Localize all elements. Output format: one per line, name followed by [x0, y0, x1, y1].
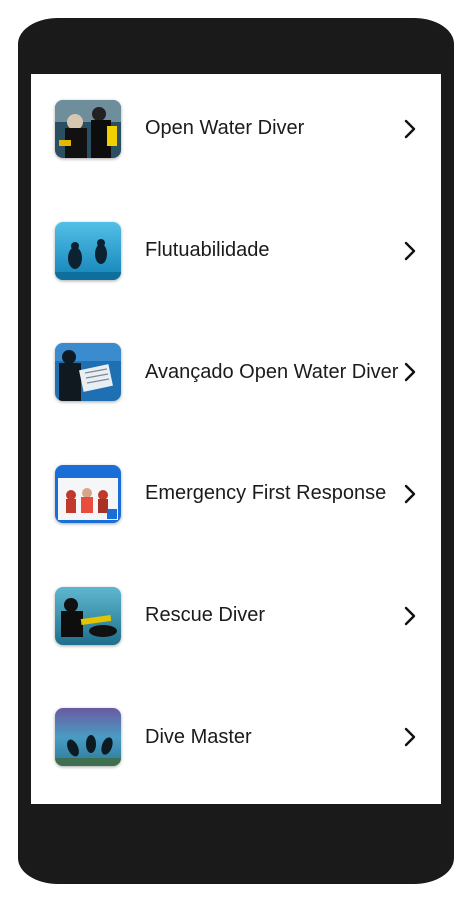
course-row-buoyancy[interactable]: Flutuabilidade	[31, 190, 441, 312]
rescue-thumbnail-icon	[55, 586, 121, 645]
efr-thumbnail-icon	[55, 464, 121, 523]
chevron-right-icon	[403, 484, 417, 504]
chevron-right-icon	[403, 362, 417, 382]
course-label: Dive Master	[145, 725, 252, 748]
course-label: Emergency First Response	[145, 482, 387, 505]
divemaster-thumbnail-icon	[55, 708, 121, 767]
buoyancy-thumbnail-icon	[55, 221, 121, 280]
app-screen: Open Water Diver Flutuabilidade Avançado…	[31, 74, 441, 804]
advanced-thumbnail-icon	[55, 343, 121, 402]
course-row-efr[interactable]: Emergency First Response	[31, 433, 441, 555]
chevron-right-icon	[403, 119, 417, 139]
course-row-open-water[interactable]: Open Water Diver	[31, 74, 441, 190]
chevron-right-icon	[403, 727, 417, 747]
course-list: Open Water Diver Flutuabilidade Avançado…	[31, 74, 441, 798]
course-label: Rescue Diver	[145, 604, 266, 627]
chevron-right-icon	[403, 606, 417, 626]
chevron-right-icon	[403, 241, 417, 261]
course-row-rescue[interactable]: Rescue Diver	[31, 555, 441, 677]
course-label: Flutuabilidade	[145, 239, 270, 262]
course-label: Avançado Open Water Diver	[145, 360, 399, 383]
open-water-thumbnail-icon	[55, 99, 121, 158]
course-row-advanced[interactable]: Avançado Open Water Diver	[31, 311, 441, 433]
course-label: Open Water Diver	[145, 117, 305, 140]
course-row-divemaster[interactable]: Dive Master	[31, 676, 441, 798]
